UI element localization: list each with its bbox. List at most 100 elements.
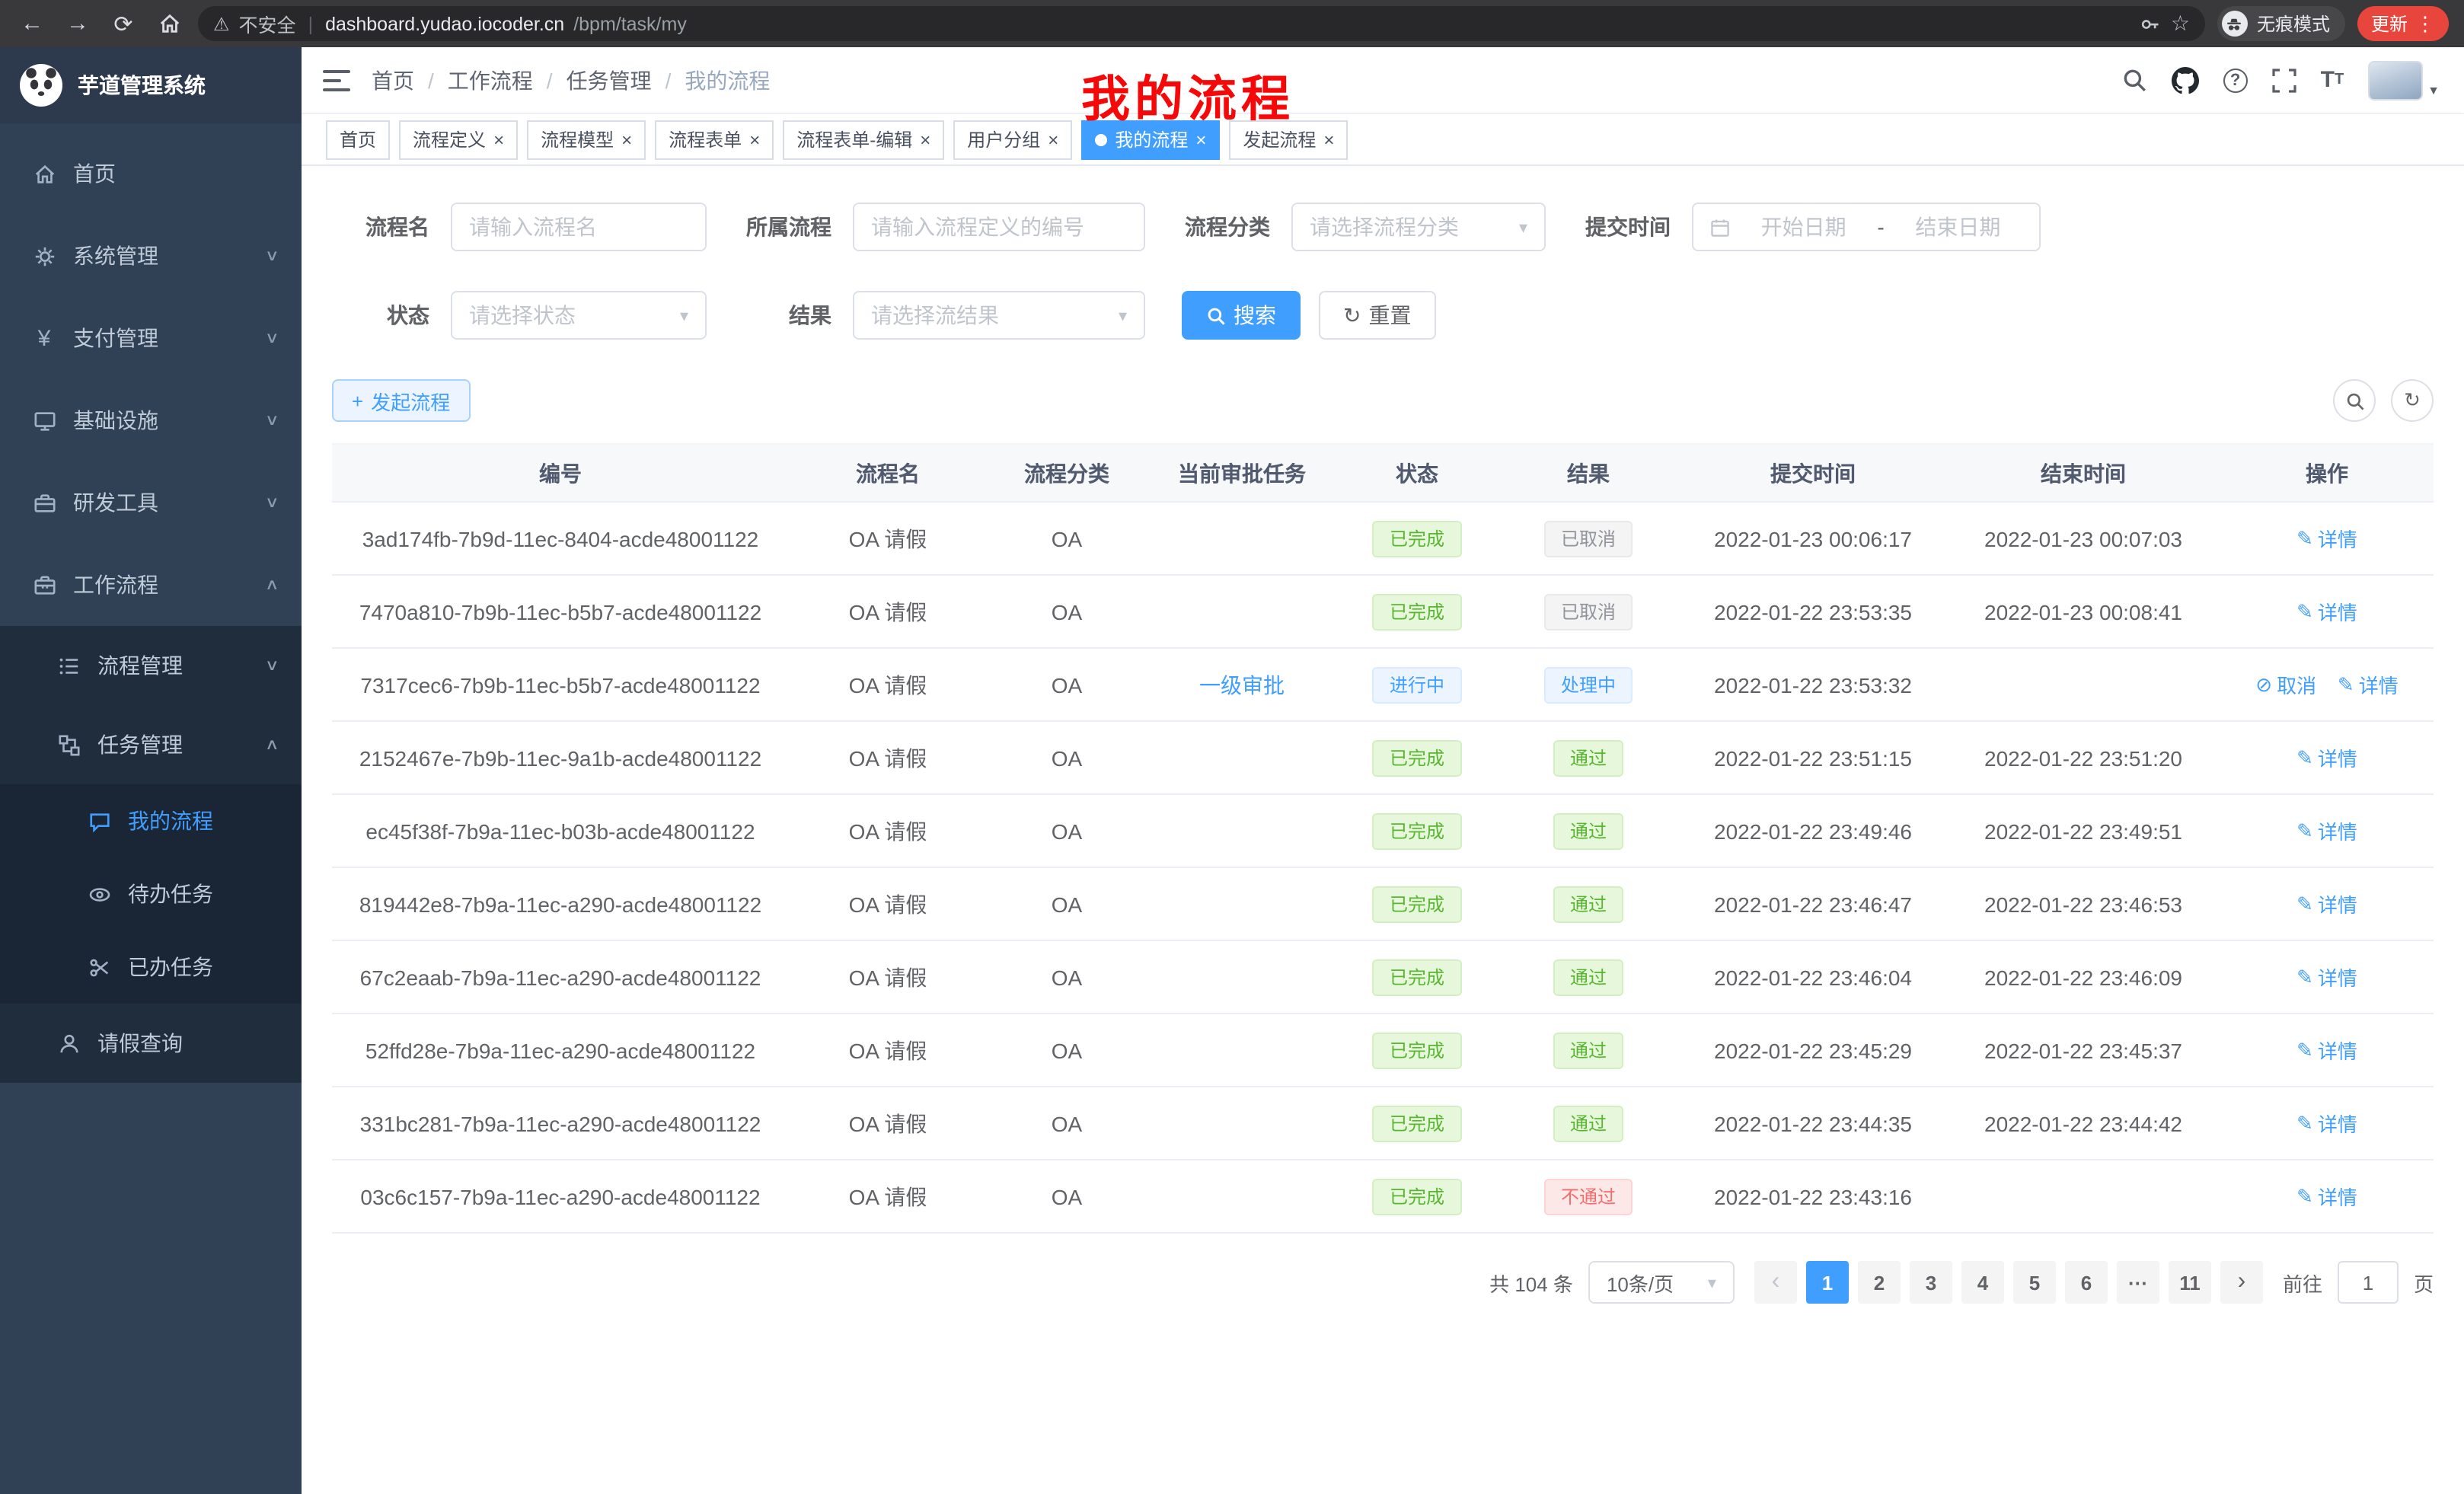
goto-page-input[interactable] — [2338, 1261, 2399, 1304]
sidebar-item-done-tasks[interactable]: 已办任务 — [0, 931, 302, 1004]
toggle-search-button[interactable] — [2333, 379, 2376, 422]
sidebar-item-infrastructure[interactable]: 基础设施 ∨ — [0, 379, 302, 461]
close-icon[interactable]: × — [749, 130, 760, 148]
cell-result: 已取消 — [1497, 502, 1680, 575]
detail-link[interactable]: ✎详情 — [2296, 743, 2357, 772]
key-icon[interactable] — [2140, 13, 2162, 34]
detail-link[interactable]: ✎详情 — [2296, 889, 2357, 918]
page-size-select[interactable]: 10条/页 ▾ — [1588, 1261, 1735, 1304]
chevron-up-icon: ∧ — [264, 576, 279, 593]
breadcrumb-item[interactable]: 任务管理 — [567, 65, 652, 95]
security-label[interactable]: 不安全 — [239, 9, 296, 38]
cell-id: 52ffd28e-7b9a-11ec-a290-acde48001122 — [332, 1014, 789, 1087]
cell-category: OA — [987, 1014, 1147, 1087]
back-icon[interactable]: ← — [15, 7, 49, 40]
close-icon[interactable]: × — [493, 130, 504, 148]
status-tag: 已完成 — [1373, 1105, 1461, 1141]
category-select[interactable]: 请选择流程分类 ▾ — [1291, 203, 1546, 251]
browser-menu-icon[interactable]: ⋮ — [2415, 11, 2435, 36]
cell-result: 通过 — [1497, 940, 1680, 1014]
detail-link[interactable]: ✎详情 — [2296, 1182, 2357, 1211]
hamburger-icon[interactable] — [302, 68, 372, 92]
breadcrumb-item[interactable]: 工作流程 — [448, 65, 533, 95]
breadcrumb-item[interactable]: 首页 — [372, 65, 414, 95]
avatar[interactable] — [2368, 60, 2423, 100]
sidebar-item-workflow[interactable]: 工作流程 ∧ — [0, 544, 302, 626]
update-button[interactable]: 更新 ⋮ — [2357, 6, 2449, 41]
tab-process-definition[interactable]: 流程定义 × — [399, 120, 518, 159]
detail-link[interactable]: ✎详情 — [2296, 1109, 2357, 1138]
incognito-badge: 无痕模式 — [2217, 6, 2345, 41]
search-button[interactable]: 搜索 — [1182, 291, 1301, 340]
result-select[interactable]: 请选择流结果 ▾ — [853, 291, 1145, 340]
sidebar-item-my-process[interactable]: 我的流程 — [0, 784, 302, 857]
more-pages-button[interactable]: ··· — [2117, 1261, 2159, 1304]
detail-link[interactable]: ✎详情 — [2296, 524, 2357, 553]
submit-time-range-picker[interactable]: 开始日期 - 结束日期 — [1692, 203, 2041, 251]
sidebar-item-process-management[interactable]: 流程管理 ∨ — [0, 626, 302, 705]
page-button-4[interactable]: 4 — [1961, 1261, 2004, 1304]
help-icon[interactable]: ? — [2223, 68, 2248, 92]
status-select[interactable]: 请选择状态 ▾ — [451, 291, 707, 340]
tab-process-form[interactable]: 流程表单 × — [655, 120, 774, 159]
page-buttons: ‹ 1 2 3 4 5 6 ··· 11 › — [1750, 1261, 2268, 1304]
cancel-link[interactable]: ⊘取消 — [2255, 670, 2316, 699]
search-icon[interactable] — [2121, 67, 2147, 93]
page-button-3[interactable]: 3 — [1910, 1261, 1952, 1304]
page-button-11[interactable]: 11 — [2169, 1261, 2211, 1304]
result-tag: 通过 — [1553, 739, 1623, 776]
detail-link[interactable]: ✎详情 — [2296, 962, 2357, 991]
process-definition-input[interactable] — [853, 203, 1145, 251]
active-dot — [1095, 133, 1107, 145]
tab-process-model[interactable]: 流程模型 × — [527, 120, 646, 159]
chevron-down-icon: ∨ — [264, 494, 279, 511]
user-menu[interactable]: ▼ — [2368, 60, 2440, 100]
close-icon[interactable]: × — [1048, 130, 1058, 148]
bookmark-star-icon[interactable]: ☆ — [2171, 11, 2190, 37]
sidebar-item-todo-tasks[interactable]: 待办任务 — [0, 857, 302, 931]
sidebar-item-system[interactable]: 系统管理 ∨ — [0, 215, 302, 297]
current-task-link[interactable]: 一级审批 — [1199, 669, 1285, 700]
address-bar[interactable]: ⚠ 不安全 | dashboard.yudao.iocoder.cn/bpm/t… — [198, 6, 2205, 41]
reset-button[interactable]: ↻ 重置 — [1319, 291, 1435, 340]
close-icon[interactable]: × — [1195, 130, 1206, 148]
cell-submit-time: 2022-01-22 23:49:46 — [1680, 794, 1946, 867]
page-button-6[interactable]: 6 — [2065, 1261, 2108, 1304]
github-icon[interactable] — [2172, 66, 2199, 94]
font-size-icon[interactable]: TT — [2321, 67, 2344, 93]
sidebar-item-devtools[interactable]: 研发工具 ∨ — [0, 461, 302, 544]
forward-icon[interactable]: → — [61, 7, 94, 40]
detail-link[interactable]: ✎详情 — [2296, 816, 2357, 845]
home-icon[interactable] — [152, 7, 186, 40]
tab-process-form-edit[interactable]: 流程表单-编辑 × — [783, 120, 944, 159]
cell-submit-time: 2022-01-22 23:46:47 — [1680, 867, 1946, 940]
search-button-label: 搜索 — [1234, 300, 1276, 330]
page-button-2[interactable]: 2 — [1858, 1261, 1901, 1304]
page-button-5[interactable]: 5 — [2013, 1261, 2056, 1304]
sidebar-item-payment[interactable]: ¥ 支付管理 ∨ — [0, 297, 302, 379]
tab-label: 首页 — [340, 126, 376, 152]
sidebar-item-task-management[interactable]: 任务管理 ∧ — [0, 705, 302, 784]
detail-link[interactable]: ✎详情 — [2296, 1036, 2357, 1065]
close-icon[interactable]: × — [920, 130, 930, 148]
chevron-down-icon: ∨ — [264, 657, 279, 674]
tab-user-group[interactable]: 用户分组 × — [953, 120, 1072, 159]
next-page-button[interactable]: › — [2220, 1261, 2263, 1304]
breadcrumb-item-current: 我的流程 — [685, 65, 770, 95]
close-icon[interactable]: × — [621, 130, 632, 148]
sidebar-item-home[interactable]: 首页 — [0, 132, 302, 215]
close-icon[interactable]: × — [1323, 130, 1334, 148]
page-button-1[interactable]: 1 — [1806, 1261, 1849, 1304]
edit-icon: ✎ — [2296, 892, 2313, 916]
tab-home[interactable]: 首页 — [326, 120, 390, 159]
detail-link[interactable]: ✎详情 — [2338, 670, 2399, 699]
sidebar-item-leave-query[interactable]: 请假查询 — [0, 1004, 302, 1083]
table-row: 67c2eaab-7b9a-11ec-a290-acde48001122 OA … — [332, 940, 2434, 1014]
refresh-table-button[interactable]: ↻ — [2391, 379, 2434, 422]
detail-link[interactable]: ✎详情 — [2296, 597, 2357, 626]
prev-page-button[interactable]: ‹ — [1754, 1261, 1797, 1304]
fullscreen-icon[interactable] — [2272, 68, 2296, 92]
process-name-input[interactable] — [451, 203, 707, 251]
reload-icon[interactable]: ⟳ — [107, 7, 140, 40]
create-process-button[interactable]: + 发起流程 — [332, 379, 470, 422]
